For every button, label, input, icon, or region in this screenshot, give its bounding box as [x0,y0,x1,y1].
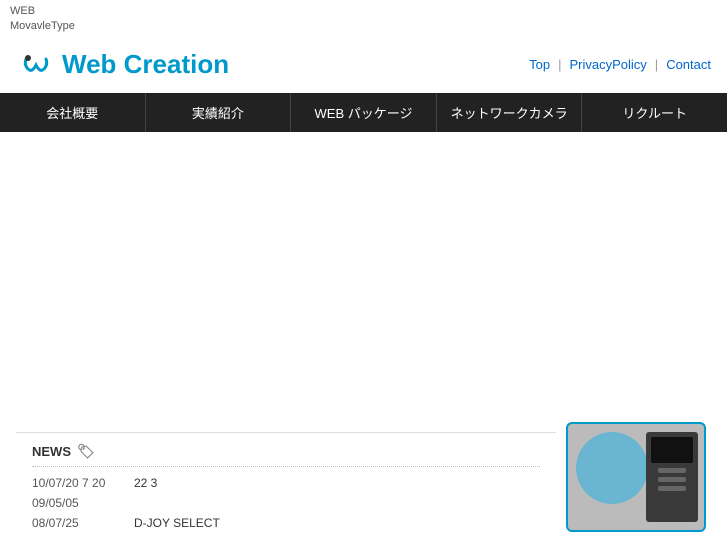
nav-contact-link[interactable]: Contact [666,57,711,72]
news-text-3: D-JOY SELECT [134,516,220,530]
camera-btn-3 [658,486,686,491]
nav-top-link[interactable]: Top [529,57,550,72]
image-col [566,422,711,532]
camera-btn-2 [658,477,686,482]
logo-area: Web Creation [16,45,229,85]
news-date-2: 09/05/05 [32,496,122,510]
top-bar-line2: MovavleType [10,19,717,34]
news-item: 08/07/25 D-JOY SELECT [32,513,540,533]
bottom-area: NEWS 🏷 10/07/20 7 20 22 3 09/05/05 08/07… [0,412,727,553]
navbar-item-network-camera[interactable]: ネットワークカメラ [437,93,583,132]
news-col: NEWS 🏷 10/07/20 7 20 22 3 09/05/05 08/07… [16,422,556,543]
logo-text-colored: Creation [124,49,229,79]
camera-device [646,432,698,522]
top-bar-line1: WEB [10,4,717,19]
news-header: NEWS 🏷 [32,443,540,460]
news-icon: 🏷 [77,443,95,460]
navbar: 会社概要 実績紹介 WEB パッケージ ネットワークカメラ リクルート [0,93,727,132]
camera-btn-1 [658,468,686,473]
nav-privacy-link[interactable]: PrivacyPolicy [570,57,647,72]
news-divider [32,466,540,467]
logo-text: Web Creation [62,49,229,80]
main-content [0,132,727,412]
news-date-3: 08/07/25 [32,516,122,530]
camera-circle [576,432,648,504]
camera-preview-box [566,422,706,532]
news-item: 09/05/05 [32,493,540,513]
camera-screen [651,437,693,463]
header: Web Creation Top | PrivacyPolicy | Conta… [0,37,727,93]
news-text-1: 22 3 [134,476,157,490]
navbar-item-achievements[interactable]: 実績紹介 [146,93,292,132]
news-label: NEWS [32,444,71,459]
nav-sep1: | [558,57,561,72]
navbar-item-company[interactable]: 会社概要 [0,93,146,132]
header-nav: Top | PrivacyPolicy | Contact [529,57,711,72]
navbar-item-web-package[interactable]: WEB パッケージ [291,93,437,132]
navbar-item-recruit[interactable]: リクルート [582,93,727,132]
top-bar: WEB MovavleType [0,0,727,37]
news-date-1: 10/07/20 7 20 [32,476,122,490]
news-section: NEWS 🏷 10/07/20 7 20 22 3 09/05/05 08/07… [16,432,556,543]
news-list: 10/07/20 7 20 22 3 09/05/05 08/07/25 D-J… [32,473,540,533]
logo-icon [16,45,56,85]
logo-text-plain: Web [62,49,124,79]
nav-sep2: | [655,57,658,72]
news-item: 10/07/20 7 20 22 3 [32,473,540,493]
